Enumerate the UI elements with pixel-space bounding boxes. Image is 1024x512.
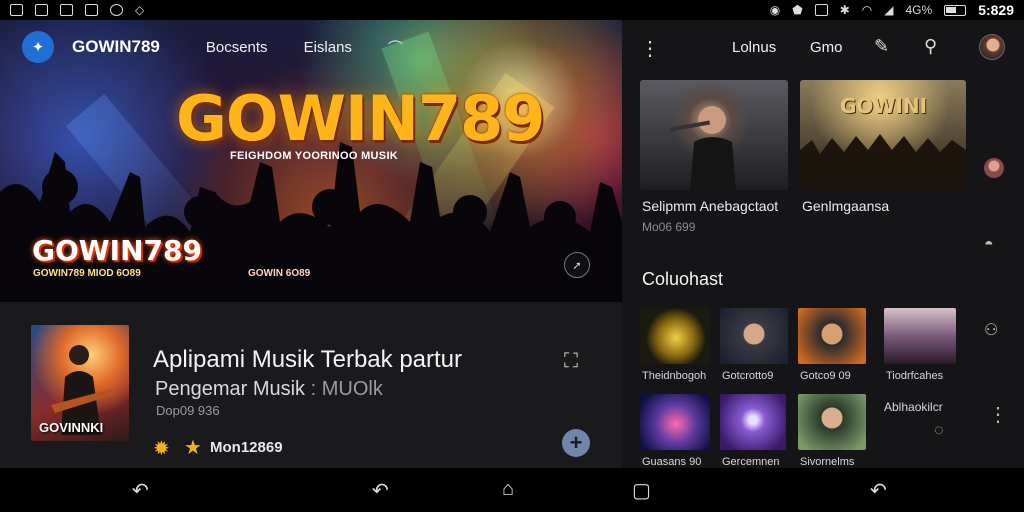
image-icon — [10, 4, 23, 16]
gallery-icon — [35, 4, 48, 16]
nfc-icon — [814, 4, 828, 16]
track-meta: Dop09 936 — [156, 403, 220, 418]
back-icon[interactable]: ↶ — [870, 478, 887, 503]
bluetooth-icon: ✱ — [839, 3, 850, 17]
tile-label: Tiodrfcahes — [886, 370, 944, 382]
back-icon[interactable]: ↶ — [372, 478, 389, 503]
now-playing-panel: GOVINNKI Aplipami Musik Terbak partur Pe… — [0, 302, 622, 468]
nav-link-gmo[interactable]: Gmo — [810, 39, 843, 56]
screen-icon — [85, 4, 98, 16]
hero-action-button[interactable]: ➚ — [564, 252, 590, 278]
right-top-nav: ⋮ Lolnus Gmo ✎ ⚲ — [622, 20, 1024, 74]
badge-icon[interactable]: ⚇ — [984, 320, 998, 340]
left-pane: ✦ GOWIN789 Bocsents Eislans ⌒ GOWIN789 F… — [0, 20, 622, 468]
shield-icon: ⬟ — [792, 3, 803, 17]
crowd-image — [800, 134, 966, 190]
side-label: Ablhaokilcr — [884, 400, 943, 414]
featured-card-title: Selipmm Anebagctaot — [642, 198, 779, 214]
photo-icon — [60, 4, 73, 16]
avatar[interactable] — [979, 34, 1005, 60]
tile-card[interactable] — [640, 394, 710, 450]
settings-icon[interactable]: ✹ — [153, 436, 170, 461]
nav-link-lolnus[interactable]: Lolnus — [732, 39, 776, 56]
headphones-icon[interactable]: ⌒ — [388, 37, 403, 58]
side-avatar[interactable] — [984, 158, 1004, 178]
comment-icon[interactable]: ◌ — [934, 422, 944, 440]
tile-label: Sivornelms — [800, 456, 855, 468]
battery-icon — [944, 4, 967, 16]
hero-title: GOWIN789 — [176, 82, 545, 155]
search-icon[interactable]: ⚲ — [924, 36, 937, 57]
tile-card[interactable] — [640, 308, 710, 364]
back-icon[interactable]: ↶ — [132, 478, 149, 503]
nav-link-bocsents[interactable]: Bocsents — [206, 39, 268, 56]
section-title: Coluohast — [642, 269, 724, 289]
hero-subtitle: FEIGHDOM YOORINOO MUSIK — [230, 150, 399, 162]
status-bar: ◇ ◉ ⬟ ✱ ◠ ◢ 4G% 5:829 — [0, 0, 1024, 20]
featured-card-title: Genlmgaansa — [802, 198, 890, 214]
track-title: Aplipami Musik Terbak partur — [153, 346, 463, 373]
app-logo-text[interactable]: GOWIN789 — [72, 37, 160, 57]
app-logo-icon[interactable]: ✦ — [22, 31, 54, 63]
tile-label: Theidnbogoh — [642, 370, 707, 382]
more-vert-icon[interactable]: ⋮ — [988, 402, 1008, 427]
right-pane: ⋮ Lolnus Gmo ✎ ⚲ Selipmm Anebagctaot Mo0… — [622, 20, 1024, 468]
share-icon[interactable]: ⛶ — [564, 350, 578, 373]
album-art[interactable]: GOVINNKI — [31, 325, 129, 441]
nav-link-eislans[interactable]: Eislans — [304, 39, 352, 56]
home-icon[interactable]: ⌂ — [502, 478, 514, 501]
featured-card-meta: Mo06 699 — [642, 220, 696, 234]
star-icon[interactable]: ★ — [184, 435, 202, 460]
recents-icon[interactable]: ▢ — [632, 478, 651, 503]
hero-banner[interactable]: ✦ GOWIN789 Bocsents Eislans ⌒ GOWIN789 F… — [0, 20, 622, 302]
featured-card[interactable]: GOWINI — [800, 80, 966, 190]
tile-card[interactable] — [798, 308, 866, 364]
wifi-icon: ◠ — [861, 3, 873, 17]
track-subtitle: Pengemar Musik : MUOlk — [155, 378, 383, 401]
location-icon: ◉ — [769, 3, 781, 17]
tile-label: Gotco9 09 — [800, 370, 851, 382]
track-rating: Mon12869 — [210, 439, 283, 456]
status-time: 5:829 — [978, 2, 1014, 18]
tile-label: Guasans 90 — [642, 456, 702, 468]
hero-tag: GOWIN789 MIOD 6O89 — [33, 268, 141, 279]
tile-label: Gotcrotto9 — [722, 370, 774, 382]
signal-text: 4G% — [905, 3, 933, 17]
more-vert-icon[interactable]: ⋮ — [640, 36, 660, 61]
notification-icon: ◇ — [135, 3, 145, 17]
left-top-nav: ✦ GOWIN789 Bocsents Eislans ⌒ — [0, 20, 622, 74]
singer-image — [669, 106, 736, 190]
add-button[interactable]: + — [562, 429, 590, 457]
track-artist: Pengemar Musik — [155, 378, 306, 400]
tools-icon[interactable]: ✎ — [874, 36, 889, 57]
tile-card[interactable] — [798, 394, 866, 450]
sync-icon — [110, 4, 123, 16]
system-nav-bar: ↶ ↶ ⌂ ▢ ↶ — [0, 468, 1024, 512]
hero-logo: GOWIN789 — [32, 234, 202, 267]
tile-card[interactable] — [720, 394, 786, 450]
tile-card[interactable] — [884, 308, 956, 364]
track-subtitle-extra: : MUOlk — [310, 378, 383, 400]
user-icon[interactable]: ◓ — [984, 236, 994, 254]
album-art-label: GOVINNKI — [39, 420, 104, 435]
cell-signal-icon: ◢ — [884, 3, 894, 17]
hero-tag-secondary: GOWIN 6O89 — [248, 268, 311, 279]
tile-card[interactable] — [720, 308, 788, 364]
featured-card[interactable] — [640, 80, 788, 190]
tile-label: Gercemnen — [722, 456, 780, 468]
